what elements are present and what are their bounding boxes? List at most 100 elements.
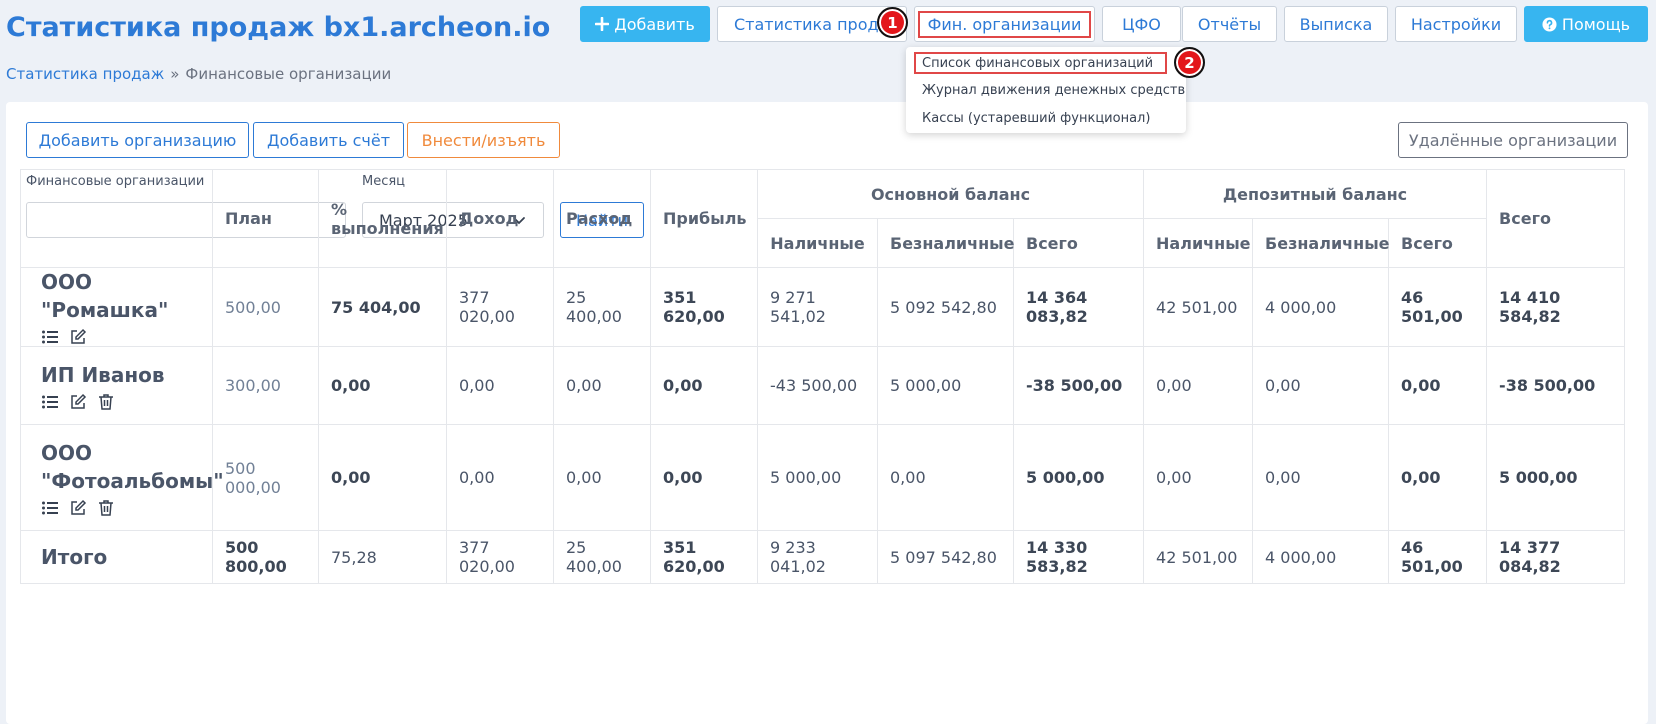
nav-fin-orgs-label: Фин. организации xyxy=(917,10,1092,38)
cell-dep-cash: 42 501,00 xyxy=(1143,267,1254,347)
deleted-organizations-button[interactable]: Удалённые организации xyxy=(1398,122,1628,158)
trash-icon[interactable] xyxy=(97,393,115,411)
dropdown-item-org-list[interactable]: Список финансовых организаций xyxy=(914,52,1167,74)
list-icon[interactable] xyxy=(41,328,59,346)
nav-fin-orgs-button[interactable]: Фин. организации xyxy=(914,6,1095,42)
list-icon[interactable] xyxy=(41,393,59,411)
cell-dep-cash: 0,00 xyxy=(1143,424,1254,531)
cell-dep-total: 46 501,00 xyxy=(1388,267,1488,347)
cell-main-total: -38 500,00 xyxy=(1012,346,1145,425)
header-profit: Прибыль xyxy=(650,169,758,268)
cell-expense: 0,00 xyxy=(553,424,651,531)
cell-main-noncash: 5 000,00 xyxy=(877,346,1014,425)
edit-icon[interactable] xyxy=(69,499,87,517)
fin-orgs-table: План % выполнения Доход Расход Прибыль О… xyxy=(20,169,1626,584)
header-dep-noncash: Безналичные xyxy=(1252,218,1390,268)
total-dep-total: 46 501,00 xyxy=(1388,530,1488,584)
add-button-label: Добавить xyxy=(614,14,695,34)
cell-dep-total: 0,00 xyxy=(1388,346,1488,425)
org-name: ИП Иванов xyxy=(41,362,165,387)
cell-expense: 0,00 xyxy=(553,346,651,425)
edit-icon[interactable] xyxy=(69,393,87,411)
nav-cfo-label: ЦФО xyxy=(1122,14,1161,34)
cell-dep-total: 0,00 xyxy=(1388,424,1488,531)
header-org xyxy=(20,169,213,268)
nav-settings-label: Настройки xyxy=(1410,14,1502,34)
org-name: ООО "Фотоальбомы" xyxy=(41,440,224,493)
edit-icon[interactable] xyxy=(69,328,87,346)
dropdown-item-cash-registers[interactable]: Кассы (устаревший функционал) xyxy=(922,107,1150,129)
cell-total: 14 410 584,82 xyxy=(1486,267,1626,347)
totals-row: Итого 500 800,00 75,28 377 020,00 25 400… xyxy=(20,530,1626,584)
cell-total: -38 500,00 xyxy=(1486,346,1626,425)
help-button[interactable]: Помощь xyxy=(1524,6,1648,42)
total-income: 377 020,00 xyxy=(446,530,554,584)
step-marker-2: 2 xyxy=(1174,47,1205,78)
nav-cfo-button[interactable]: ЦФО xyxy=(1102,6,1181,42)
cell-percent: 0,00 xyxy=(318,346,447,425)
header-expense: Расход xyxy=(553,169,651,268)
table-row: ООО "Фотоальбомы" 500 000,00 0,00 0,00 0… xyxy=(20,424,1626,531)
header-main-noncash: Безналичные xyxy=(877,218,1014,268)
header-dep-cash: Наличные xyxy=(1143,218,1254,268)
nav-statement-label: Выписка xyxy=(1299,14,1373,34)
question-circle-icon xyxy=(1542,16,1557,32)
header-plan: План xyxy=(212,169,319,268)
header-income: Доход xyxy=(446,169,554,268)
help-button-label: Помощь xyxy=(1561,14,1631,34)
total-expense: 25 400,00 xyxy=(553,530,651,584)
total-dep-cash: 42 501,00 xyxy=(1143,530,1254,584)
total-grand: 14 377 084,82 xyxy=(1486,530,1626,584)
table-row: ИП Иванов 300,00 0,00 0,00 0,00 0,00 -43… xyxy=(20,346,1626,425)
header-grand-total: Всего xyxy=(1486,169,1626,268)
cell-profit: 0,00 xyxy=(650,346,758,425)
cell-plan: 500 000,00 xyxy=(212,424,319,531)
cell-expense: 25 400,00 xyxy=(553,267,651,347)
cell-income: 377 020,00 xyxy=(446,267,554,347)
add-account-button[interactable]: Добавить счёт xyxy=(253,122,404,158)
header-main-cash: Наличные xyxy=(757,218,878,268)
nav-statement-button[interactable]: Выписка xyxy=(1284,6,1388,42)
breadcrumb-separator: » xyxy=(170,65,180,83)
cell-dep-cash: 0,00 xyxy=(1143,346,1254,425)
total-dep-noncash: 4 000,00 xyxy=(1252,530,1390,584)
add-organization-button[interactable]: Добавить организацию xyxy=(26,122,249,158)
nav-reports-label: Отчёты xyxy=(1197,14,1262,34)
total-percent: 75,28 xyxy=(318,530,447,584)
cell-main-noncash: 0,00 xyxy=(877,424,1014,531)
cell-percent: 0,00 xyxy=(318,424,447,531)
dropdown-item-cashflow-journal[interactable]: Журнал движения денежных средств xyxy=(922,79,1185,101)
org-name: ООО "Ромашка" xyxy=(41,270,169,322)
cell-income: 0,00 xyxy=(446,346,554,425)
cell-total: 5 000,00 xyxy=(1486,424,1626,531)
cell-main-cash: 9 271 541,02 xyxy=(757,267,878,347)
cell-dep-noncash: 0,00 xyxy=(1252,424,1390,531)
totals-label: Итого xyxy=(20,530,213,584)
cell-main-cash: -43 500,00 xyxy=(757,346,878,425)
list-icon[interactable] xyxy=(41,499,59,517)
nav-settings-button[interactable]: Настройки xyxy=(1395,6,1517,42)
cell-main-total: 14 364 083,82 xyxy=(1012,267,1145,347)
header-main-total: Всего xyxy=(1012,218,1145,268)
deposit-withdraw-button[interactable]: Внести/изъять xyxy=(407,122,560,158)
trash-icon[interactable] xyxy=(97,499,115,517)
add-button[interactable]: Добавить xyxy=(580,6,710,42)
total-main-cash: 9 233 041,02 xyxy=(757,530,878,584)
header-percent: % выполнения xyxy=(318,169,447,268)
cell-main-noncash: 5 092 542,80 xyxy=(877,267,1014,347)
total-main-noncash: 5 097 542,80 xyxy=(877,530,1014,584)
header-main-balance: Основной баланс xyxy=(756,169,1145,219)
breadcrumb: Статистика продаж » Финансовые организации xyxy=(6,65,391,83)
cell-main-cash: 5 000,00 xyxy=(757,424,878,531)
total-plan: 500 800,00 xyxy=(212,530,319,584)
cell-percent: 75 404,00 xyxy=(318,267,447,347)
breadcrumb-parent-link[interactable]: Статистика продаж xyxy=(6,65,164,83)
header-dep-total: Всего xyxy=(1388,218,1488,268)
total-main-total: 14 330 583,82 xyxy=(1012,530,1145,584)
nav-reports-button[interactable]: Отчёты xyxy=(1182,6,1277,42)
cell-plan: 500,00 xyxy=(212,267,319,347)
cell-profit: 351 620,00 xyxy=(650,267,758,347)
step-marker-1: 1 xyxy=(877,7,908,38)
cell-profit: 0,00 xyxy=(650,424,758,531)
table-row: ООО "Ромашка" 500,00 75 404,00 377 020,0… xyxy=(20,267,1626,347)
